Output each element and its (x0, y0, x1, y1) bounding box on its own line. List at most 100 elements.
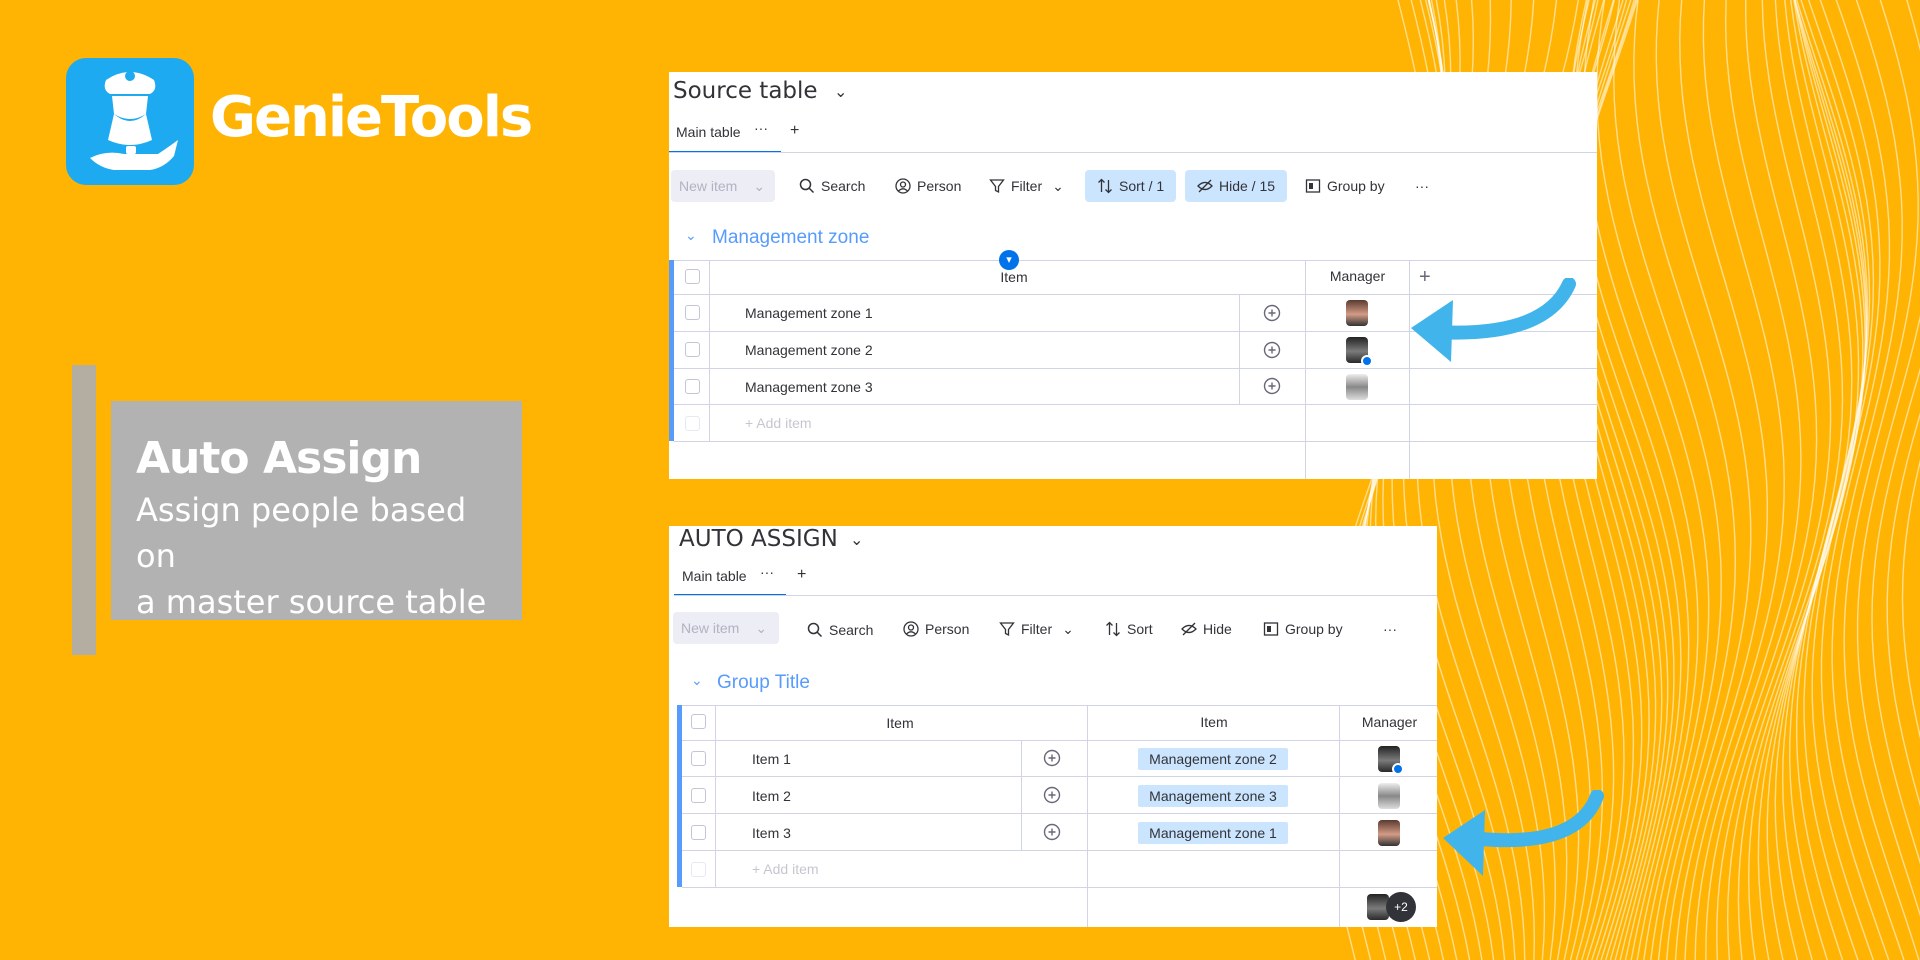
column-divider (715, 705, 716, 887)
row-divider (674, 368, 1597, 369)
column-header-manager[interactable]: Manager (1342, 714, 1437, 730)
new-item-button[interactable]: New item ⌄ (673, 612, 779, 644)
filter-icon (989, 179, 1005, 194)
search-button[interactable]: Search (807, 614, 873, 646)
auto-assign-panel: AUTO ASSIGN ⌄ Main table ··· + New item ⌄… (669, 526, 1437, 927)
linked-zone-tag[interactable]: Management zone 1 (1138, 822, 1288, 844)
search-button[interactable]: Search (799, 170, 865, 202)
chevron-down-icon[interactable]: ⌄ (685, 227, 697, 244)
item-name[interactable]: Item 2 (752, 788, 791, 804)
item-name[interactable]: Management zone 2 (745, 342, 873, 358)
person-avatar-1[interactable] (1378, 820, 1400, 846)
add-update-icon[interactable] (1262, 340, 1282, 360)
row-checkbox[interactable] (685, 305, 700, 320)
row-divider (682, 740, 1437, 741)
column-divider (1087, 705, 1088, 927)
table-top-line (674, 260, 1597, 261)
sort-button[interactable]: Sort (1105, 613, 1153, 645)
group-color-bar (677, 705, 682, 887)
add-update-icon[interactable] (1042, 822, 1062, 842)
curved-arrow-icon (1411, 278, 1576, 362)
column-divider (709, 260, 710, 441)
item-name[interactable]: Management zone 3 (745, 379, 873, 395)
filter-button[interactable]: Filter ⌄ (999, 613, 1074, 645)
new-item-button[interactable]: New item ⌄ (671, 170, 775, 202)
person-avatar-3[interactable] (1378, 783, 1400, 809)
row-checkbox[interactable] (685, 379, 700, 394)
board-title[interactable]: Source table (673, 78, 818, 104)
row-checkbox[interactable] (691, 751, 706, 766)
row-divider (682, 850, 1437, 851)
more-icon[interactable]: ··· (754, 120, 768, 136)
add-update-icon[interactable] (1262, 376, 1282, 396)
eye-off-icon (1181, 622, 1197, 636)
wave-line (1901, 459, 1920, 740)
add-view-icon[interactable]: + (797, 566, 806, 584)
tabs-divider (674, 595, 1437, 596)
sort-icon (1098, 178, 1112, 194)
search-icon (799, 178, 815, 194)
more-options-icon[interactable]: ··· (1383, 613, 1397, 645)
tab-main-table[interactable]: Main table (682, 568, 747, 584)
board-title[interactable]: AUTO ASSIGN (679, 526, 838, 552)
more-options-icon[interactable]: ··· (1415, 170, 1429, 202)
column-divider (1305, 260, 1306, 479)
more-people-badge[interactable]: +2 (1386, 892, 1416, 922)
row-divider (682, 813, 1437, 814)
chevron-down-icon[interactable]: ⌄ (850, 530, 863, 550)
curved-arrow-icon (1443, 790, 1604, 876)
group-title[interactable]: Management zone (712, 227, 869, 249)
filter-icon (999, 622, 1015, 637)
add-item-checkbox (685, 416, 700, 431)
column-header-linked-item[interactable]: Item (1189, 714, 1239, 730)
row-divider (674, 404, 1597, 405)
add-update-icon[interactable] (1262, 303, 1282, 323)
select-all-checbox[interactable] (691, 714, 706, 729)
hide-button[interactable]: Hide / 15 (1185, 170, 1288, 202)
search-icon (807, 622, 823, 638)
row-checkbox[interactable] (691, 788, 706, 803)
column-handle-icon[interactable]: ▾ (999, 250, 1019, 270)
column-header-item[interactable]: Item (875, 715, 925, 731)
wave-line (1886, 412, 1920, 807)
row-divider (682, 887, 1437, 888)
tab-main-table[interactable]: Main table (676, 124, 741, 140)
chevron-down-icon[interactable]: ⌄ (691, 672, 703, 689)
person-avatar-1[interactable] (1346, 300, 1368, 326)
filter-button[interactable]: Filter ⌄ (989, 170, 1064, 202)
wave-line (1655, 0, 1752, 960)
person-button[interactable]: Person (895, 170, 961, 202)
table-top-line (682, 705, 1437, 706)
add-item-input[interactable]: + Add item (752, 861, 819, 877)
chevron-down-icon[interactable]: ⌄ (834, 82, 847, 102)
source-table-panel: Source table ⌄ Main table ··· + New item… (669, 72, 1597, 479)
chevron-down-icon: ⌄ (1062, 620, 1074, 637)
item-name[interactable]: Management zone 1 (745, 305, 873, 321)
select-all-checkbox[interactable] (685, 269, 700, 284)
group-color-bar (669, 260, 674, 441)
group-title[interactable]: Group Title (717, 672, 810, 694)
tabs-divider (669, 152, 1597, 153)
add-update-icon[interactable] (1042, 748, 1062, 768)
item-name[interactable]: Item 1 (752, 751, 791, 767)
add-item-checkbox (691, 862, 706, 877)
person-button[interactable]: Person (903, 613, 969, 645)
item-name[interactable]: Item 3 (752, 825, 791, 841)
group-by-button[interactable]: Group by (1263, 613, 1343, 645)
column-header-manager[interactable]: Manager (1309, 268, 1406, 284)
column-header-item[interactable]: Item (989, 269, 1039, 285)
group-by-button[interactable]: Group by (1305, 170, 1385, 202)
guest-badge-icon (1361, 355, 1373, 367)
more-icon[interactable]: ··· (760, 564, 774, 580)
row-checkbox[interactable] (685, 342, 700, 357)
feature-card: Auto Assign Assign people based on a mas… (111, 401, 522, 621)
add-update-icon[interactable] (1042, 785, 1062, 805)
hide-button[interactable]: Hide (1181, 613, 1232, 645)
linked-zone-tag[interactable]: Management zone 2 (1138, 748, 1288, 770)
row-checkbox[interactable] (691, 825, 706, 840)
person-avatar-3[interactable] (1346, 374, 1368, 400)
linked-zone-tag[interactable]: Management zone 3 (1138, 785, 1288, 807)
sort-button[interactable]: Sort / 1 (1085, 170, 1177, 202)
add-item-input[interactable]: + Add item (745, 415, 812, 431)
add-view-icon[interactable]: + (790, 122, 799, 140)
